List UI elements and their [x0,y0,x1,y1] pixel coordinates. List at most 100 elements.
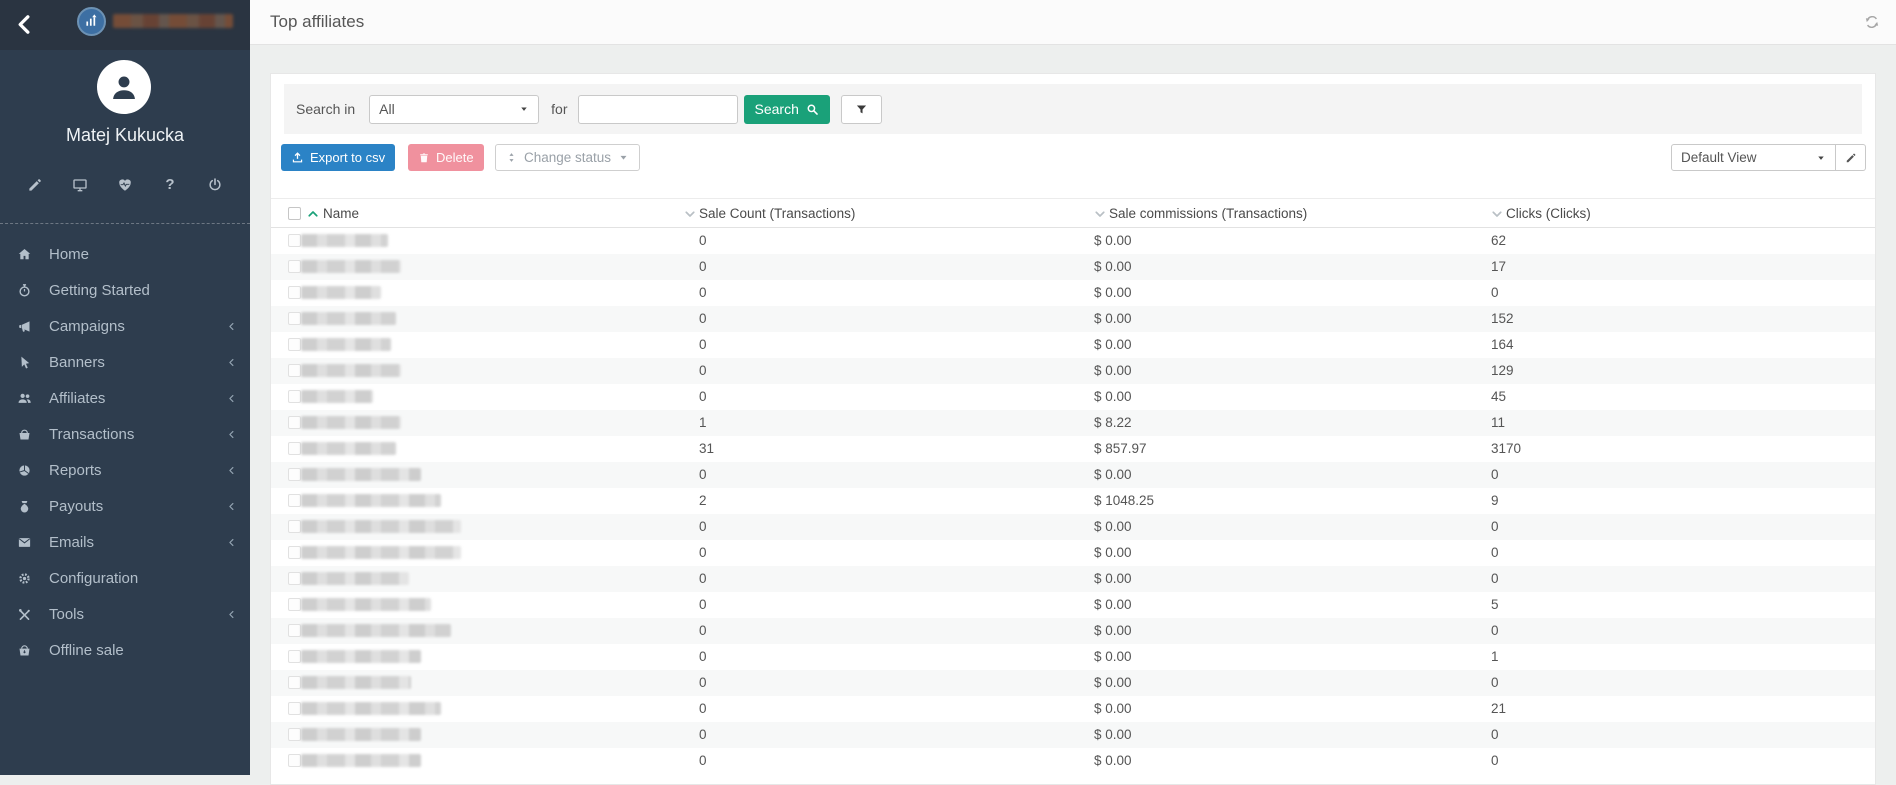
sidebar-item-configuration[interactable]: Configuration [0,561,250,597]
sale-count-cell: 0 [699,519,707,534]
table-row[interactable]: 0 $ 0.00 152 [271,306,1875,332]
column-header-sale-commissions[interactable]: Sale commissions (Transactions) [1109,206,1307,221]
table-row[interactable]: 0 $ 0.00 129 [271,358,1875,384]
row-checkbox[interactable] [288,338,301,351]
sidebar-item-campaigns[interactable]: Campaigns [0,309,250,345]
column-header-sale-count[interactable]: Sale Count (Transactions) [699,206,855,221]
affiliates-table-body: 0 $ 0.00 62 0 $ 0.00 17 0 $ 0.00 0 0 $ 0.00 152 0 $ 0… [271,228,1875,774]
filter-button[interactable] [840,94,882,124]
delete-button[interactable]: Delete [408,144,484,171]
clicks-cell: 17 [1491,259,1507,274]
redacted-name [301,598,431,611]
row-checkbox[interactable] [288,676,301,689]
sidebar-item-banners[interactable]: Banners [0,345,250,381]
sort-icon[interactable] [1491,208,1503,220]
sort-updown-icon [506,152,517,163]
commission-cell: $ 0.00 [1094,311,1132,326]
row-checkbox[interactable] [288,546,301,559]
commission-cell: $ 0.00 [1094,545,1132,560]
monitor-icon[interactable] [72,177,88,193]
search-button[interactable]: Search [743,94,830,124]
sale-count-cell: 31 [699,441,715,456]
table-row[interactable]: 0 $ 0.00 0 [271,670,1875,696]
row-checkbox[interactable] [288,390,301,403]
clicks-cell: 0 [1491,675,1499,690]
sidebar-item-transactions[interactable]: Transactions [0,417,250,453]
sidebar-item-getting-started[interactable]: Getting Started [0,273,250,309]
change-status-button[interactable]: Change status [495,144,641,171]
search-input[interactable] [577,94,738,124]
table-row[interactable]: 0 $ 0.00 21 [271,696,1875,722]
sidebar-item-reports[interactable]: Reports [0,453,250,489]
sidebar-item-emails[interactable]: Emails [0,525,250,561]
table-row[interactable]: 31 $ 857.97 3170 [271,436,1875,462]
table-row[interactable]: 0 $ 0.00 0 [271,540,1875,566]
pencil-icon [1845,152,1857,164]
sale-count-cell: 0 [699,363,707,378]
table-row[interactable]: 0 $ 0.00 5 [271,592,1875,618]
edit-view-button[interactable] [1836,144,1866,171]
table-row[interactable]: 0 $ 0.00 45 [271,384,1875,410]
row-checkbox[interactable] [288,728,301,741]
table-row[interactable]: 0 $ 0.00 0 [271,280,1875,306]
redacted-name [301,468,421,481]
redacted-name [301,390,373,403]
power-icon[interactable] [207,177,223,193]
table-row[interactable]: 0 $ 0.00 17 [271,254,1875,280]
table-row[interactable]: 0 $ 0.00 0 [271,748,1875,774]
trash-icon [418,152,430,164]
refresh-icon[interactable] [1864,14,1880,30]
column-header-clicks[interactable]: Clicks (Clicks) [1506,206,1591,221]
table-row[interactable]: 0 $ 0.00 1 [271,644,1875,670]
sidebar-item-affiliates[interactable]: Affiliates [0,381,250,417]
sort-icon[interactable] [684,208,696,220]
heartbeat-icon[interactable] [117,177,133,193]
row-checkbox[interactable] [288,624,301,637]
row-checkbox[interactable] [288,650,301,663]
tools-icon [17,607,32,622]
table-row[interactable]: 1 $ 8.22 11 [271,410,1875,436]
table-row[interactable]: 0 $ 0.00 0 [271,722,1875,748]
row-checkbox[interactable] [288,520,301,533]
export-csv-button[interactable]: Export to csv [281,144,396,171]
row-checkbox[interactable] [288,260,301,273]
table-row[interactable]: 0 $ 0.00 0 [271,462,1875,488]
sidebar-item-offline-sale[interactable]: Offline sale [0,633,250,669]
view-group: Default View [1671,144,1866,171]
question-icon[interactable]: ? [162,177,178,193]
table-row[interactable]: 0 $ 0.00 0 [271,566,1875,592]
sidebar-item-home[interactable]: Home [0,237,250,273]
sidebar-item-payouts[interactable]: Payouts [0,489,250,525]
search-in-select[interactable]: All [369,94,540,124]
row-checkbox[interactable] [288,702,301,715]
sort-icon[interactable] [1094,208,1106,220]
sort-asc-icon[interactable] [307,208,319,220]
table-row[interactable]: 2 $ 1048.25 9 [271,488,1875,514]
sidebar-item-tools[interactable]: Tools [0,597,250,633]
table-row[interactable]: 0 $ 0.00 164 [271,332,1875,358]
row-checkbox[interactable] [288,312,301,325]
row-checkbox[interactable] [288,468,301,481]
row-checkbox[interactable] [288,598,301,611]
row-checkbox[interactable] [288,234,301,247]
row-checkbox[interactable] [288,364,301,377]
row-checkbox[interactable] [288,494,301,507]
back-icon[interactable] [13,12,36,37]
row-checkbox[interactable] [288,416,301,429]
person-icon [108,71,140,103]
row-checkbox[interactable] [288,286,301,299]
table-row[interactable]: 0 $ 0.00 0 [271,514,1875,540]
select-all-checkbox[interactable] [288,207,301,220]
column-header-name[interactable]: Name [323,206,359,221]
sale-count-cell: 0 [699,597,707,612]
clicks-cell: 0 [1491,571,1499,586]
view-select[interactable]: Default View [1671,144,1836,171]
table-row[interactable]: 0 $ 0.00 62 [271,228,1875,254]
pencil-icon[interactable] [27,177,43,193]
table-row[interactable]: 0 $ 0.00 0 [271,618,1875,644]
clicks-cell: 129 [1491,363,1514,378]
row-checkbox[interactable] [288,572,301,585]
row-checkbox[interactable] [288,754,301,767]
redacted-name [301,312,396,325]
row-checkbox[interactable] [288,442,301,455]
